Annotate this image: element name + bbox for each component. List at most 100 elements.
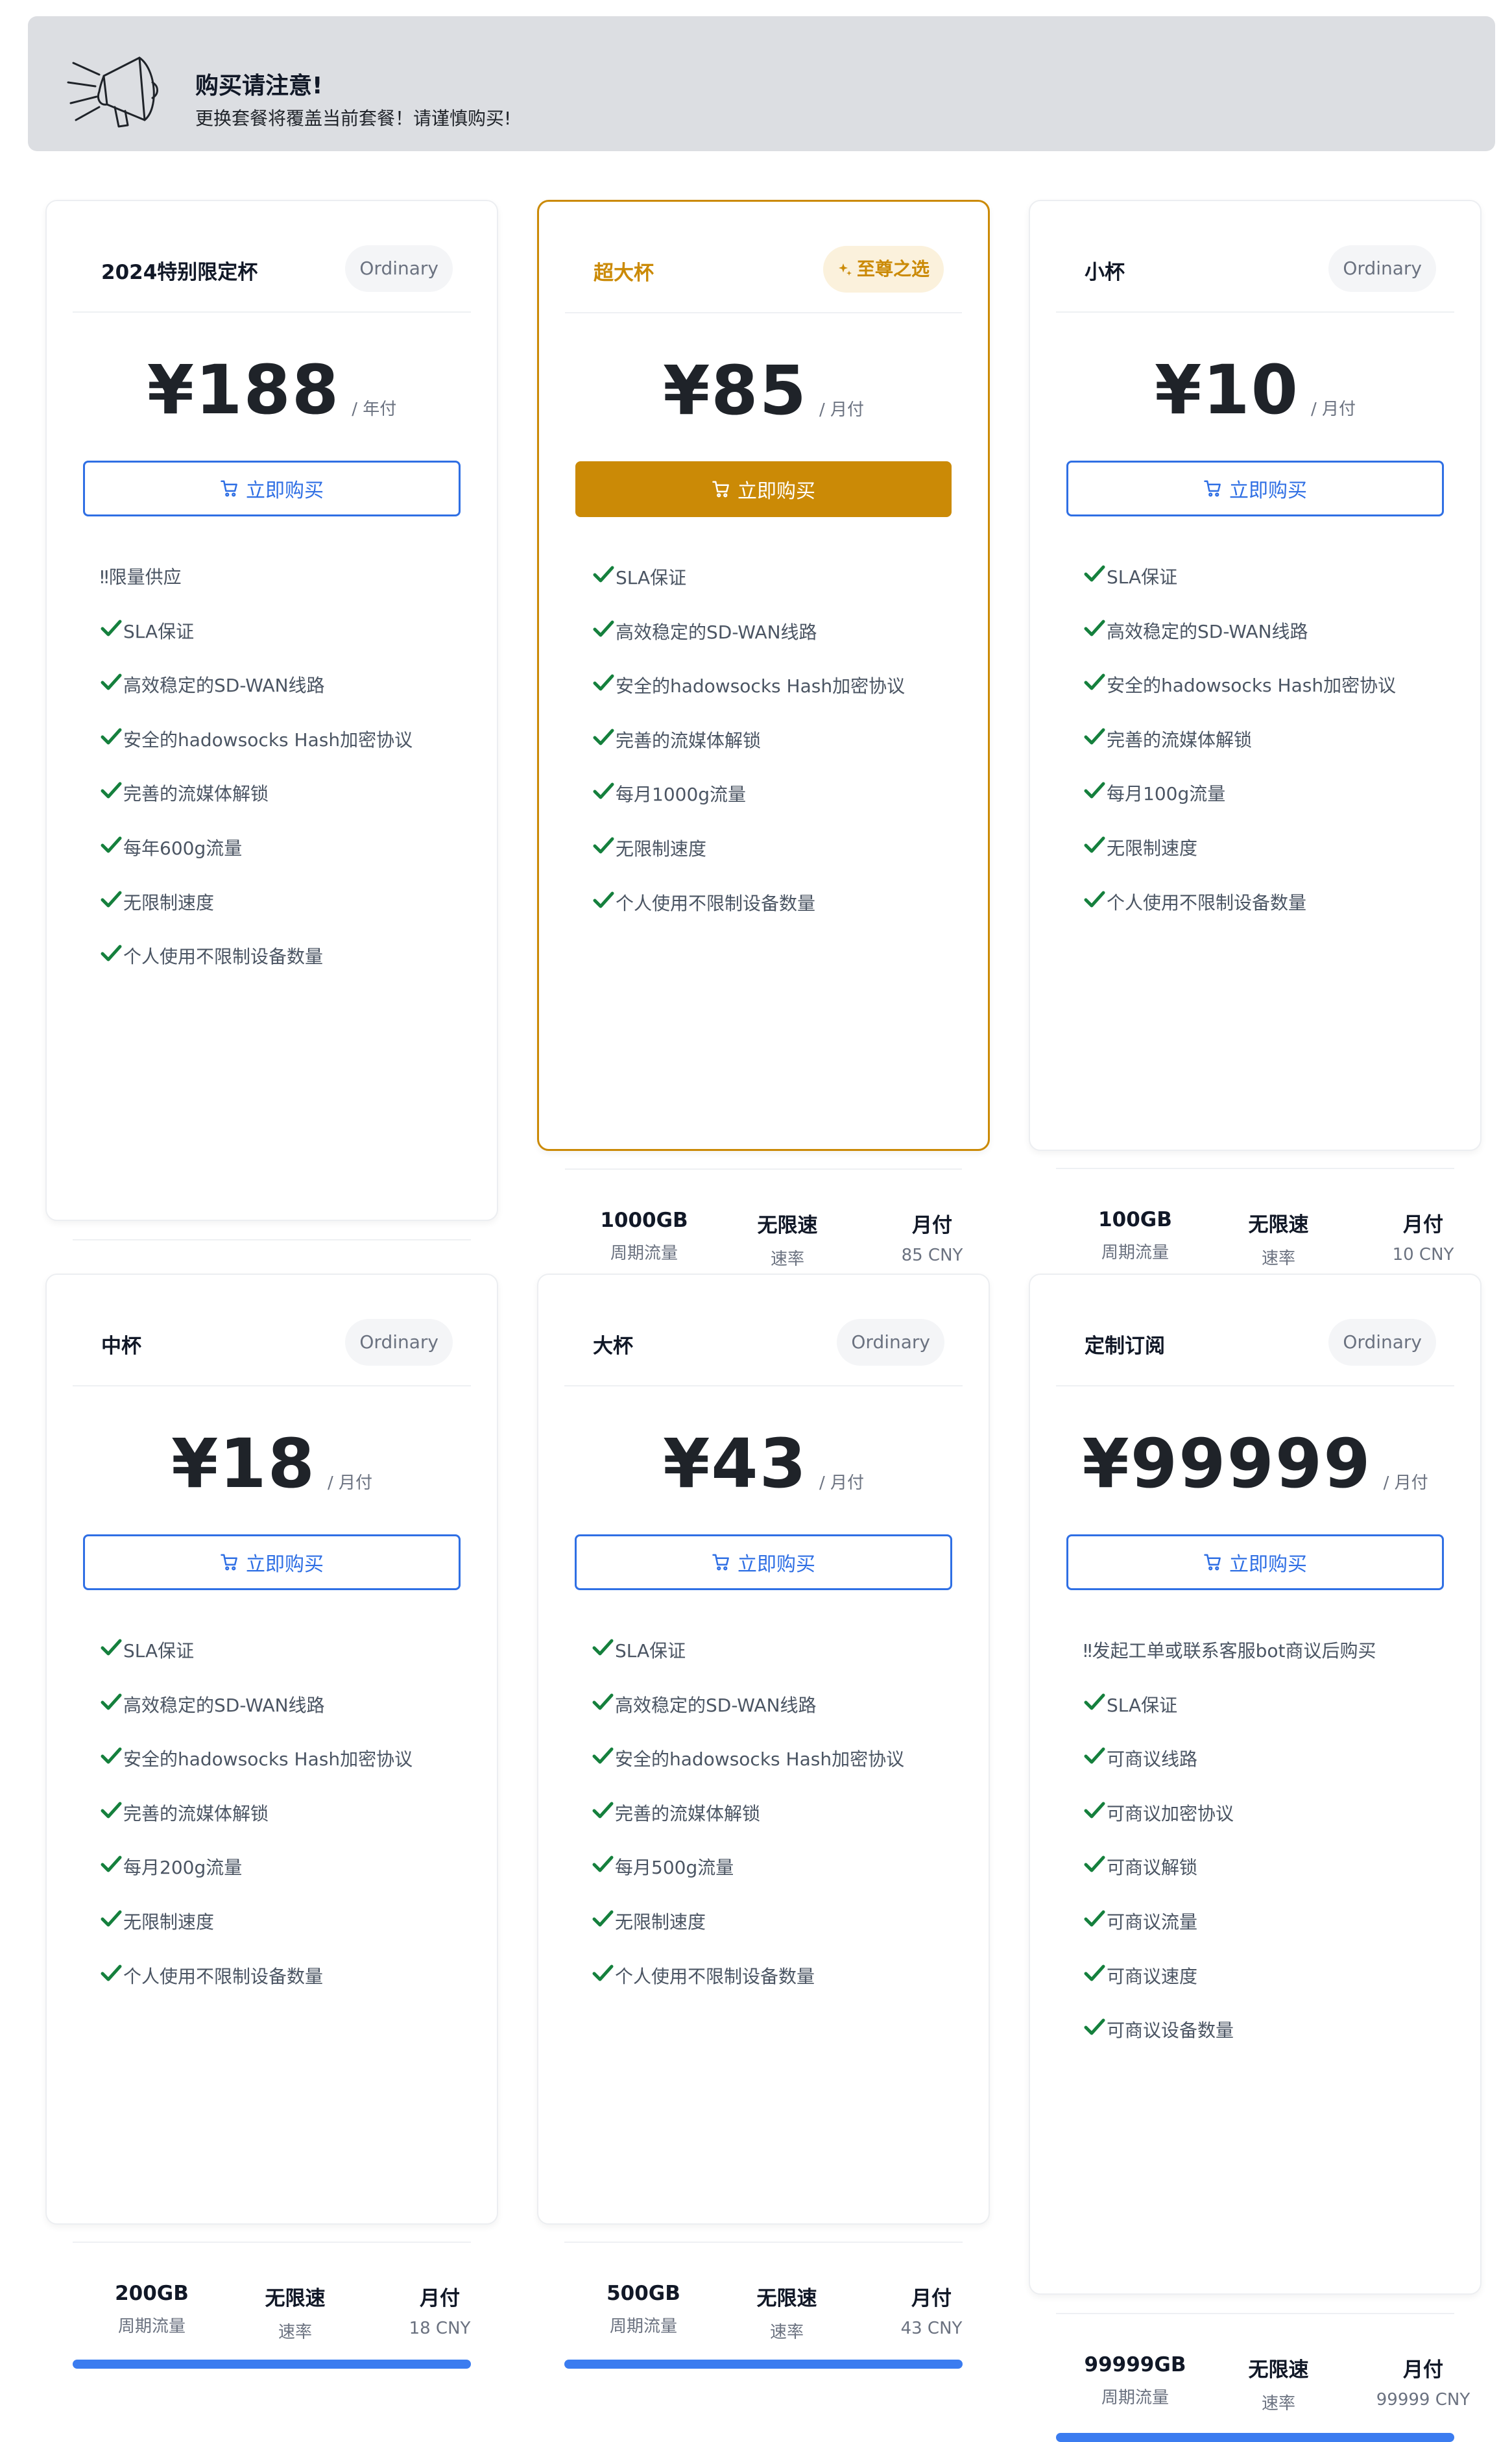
check-icon xyxy=(1083,780,1105,801)
stat-value: 月付 xyxy=(912,1214,952,1237)
check-icon xyxy=(592,564,614,585)
feature-text: 可商议速度 xyxy=(1107,1965,1198,1987)
plan-price: ¥43 xyxy=(662,1424,808,1503)
feature-text: 每年600g流量 xyxy=(123,837,243,859)
stat-label: 10 CNY xyxy=(1392,1245,1454,1264)
feature-text: 安全的hadowsocks Hash加密协议 xyxy=(123,729,413,751)
feature-item: 高效稳定的SD-WAN线路 xyxy=(100,1691,471,1746)
feature-text: 高效稳定的SD-WAN线路 xyxy=(615,1694,817,1716)
feature-item: 无限制速度 xyxy=(592,835,962,889)
plan-tag: Ordinary xyxy=(1328,1319,1436,1366)
check-icon xyxy=(592,889,614,910)
feature-item: 可商议流量 xyxy=(1083,1908,1454,1963)
stat-item: 无限速 速率 xyxy=(723,1209,852,1270)
megaphone-icon xyxy=(67,56,158,128)
feature-item: ‼限量供应 xyxy=(100,563,471,618)
stat-value: 无限速 xyxy=(1248,1213,1309,1237)
notice-title: 购买请注意! xyxy=(195,73,323,99)
plan-progress-bar xyxy=(564,2360,963,2369)
plan-name: 小杯 xyxy=(1085,261,1125,284)
feature-text: 每月100g流量 xyxy=(1107,783,1226,805)
stat-item: 无限速 速率 xyxy=(722,2282,852,2343)
feature-text: 无限制速度 xyxy=(615,1911,706,1933)
feature-item: 安全的hadowsocks Hash加密协议 xyxy=(100,726,471,780)
check-icon xyxy=(592,618,614,639)
check-icon xyxy=(1083,726,1105,747)
stat-label: 周期流量 xyxy=(1101,1243,1169,1263)
feature-item: 无限制速度 xyxy=(100,1908,471,1963)
buy-now-button[interactable]: 立即购买 xyxy=(83,1534,461,1590)
feature-item: 安全的hadowsocks Hash加密协议 xyxy=(1083,671,1454,726)
feature-item: 无限制速度 xyxy=(592,1908,963,1963)
buy-now-button[interactable]: 立即购买 xyxy=(575,1534,952,1590)
feature-text: 高效稳定的SD-WAN线路 xyxy=(123,675,325,697)
feature-text: 无限制速度 xyxy=(123,891,215,913)
stat-label: 速率 xyxy=(770,1250,804,1269)
stat-label: 周期流量 xyxy=(117,2317,186,2336)
cart-icon xyxy=(1203,1553,1223,1572)
feature-text: 完善的流媒体解锁 xyxy=(1107,729,1253,751)
cart-icon xyxy=(1203,479,1223,498)
stat-value: 200GB xyxy=(115,2282,189,2305)
check-icon xyxy=(100,1854,122,1874)
stat-label: 周期流量 xyxy=(609,2317,677,2336)
stat-item: 100GB 周期流量 xyxy=(1070,1208,1200,1263)
check-icon xyxy=(1083,1745,1105,1766)
feature-list: SLA保证 高效稳定的SD-WAN线路 安全的hadowsocks Hash加密协议… xyxy=(100,1637,471,2016)
check-icon xyxy=(1083,1800,1105,1820)
cart-icon xyxy=(220,1553,239,1572)
feature-text: 高效稳定的SD-WAN线路 xyxy=(616,621,817,643)
stat-item: 月付 99999 CNY xyxy=(1358,2353,1488,2410)
feature-item: 高效稳定的SD-WAN线路 xyxy=(592,1691,963,1746)
buy-now-button[interactable]: 立即购买 xyxy=(83,461,461,516)
plan-tag: Ordinary xyxy=(345,1319,453,1366)
feature-text: 完善的流媒体解锁 xyxy=(616,729,762,751)
feature-item: 无限制速度 xyxy=(100,889,471,943)
feature-text: SLA保证 xyxy=(1107,566,1178,588)
plan-stats: 1000GB 周期流量 无限速 速率 月付 85 CNY xyxy=(565,1168,963,1270)
price-row: ¥10 / 月付 xyxy=(1030,350,1480,429)
check-icon xyxy=(1083,1963,1105,1983)
stat-item: 月付 85 CNY xyxy=(867,1209,997,1265)
plan-price: ¥18 xyxy=(171,1424,317,1503)
buy-now-button[interactable]: 立即购买 xyxy=(1066,1534,1444,1590)
check-icon xyxy=(1083,1691,1105,1712)
stat-value: 月付 xyxy=(1403,1213,1443,1237)
check-icon xyxy=(1083,563,1105,584)
feature-text: 安全的hadowsocks Hash加密协议 xyxy=(1107,675,1397,697)
plan-card: 大杯 Ordinary ¥43 / 月付 立即购买 SLA保证 高效稳定的SD-WA… xyxy=(537,1274,990,2369)
feature-text: 高效稳定的SD-WAN线路 xyxy=(123,1694,325,1716)
feature-item: ‼发起工单或联系客服bot商议后购买 xyxy=(1083,1637,1454,1691)
stat-value: 100GB xyxy=(1098,1208,1172,1231)
cart-icon xyxy=(712,479,731,499)
feature-item: SLA保证 xyxy=(100,618,471,672)
notice-text: 更换套餐将覆盖当前套餐！请谨慎购买! xyxy=(195,108,512,129)
feature-item: 完善的流媒体解锁 xyxy=(592,727,962,781)
check-icon xyxy=(100,726,122,747)
feature-list: SLA保证 高效稳定的SD-WAN线路 安全的hadowsocks Hash加密协议… xyxy=(592,1637,963,2016)
feature-text: 个人使用不限制设备数量 xyxy=(123,946,324,968)
buy-now-button[interactable]: 立即购买 xyxy=(1066,461,1444,516)
stat-value: 无限速 xyxy=(1248,2358,1309,2382)
stat-item: 无限速 速率 xyxy=(1214,2353,1343,2414)
check-icon xyxy=(1083,834,1105,855)
buy-now-label: 立即购买 xyxy=(1229,479,1307,502)
stat-label: 周期流量 xyxy=(1101,2388,1169,2408)
stat-label: 速率 xyxy=(1261,1249,1295,1268)
plan-card: 定制订阅 Ordinary ¥99999 / 月付 立即购买 ‼发起工单或联系客服… xyxy=(1029,1274,1482,2442)
feature-text: 可商议加密协议 xyxy=(1107,1802,1234,1824)
feature-item: SLA保证 xyxy=(100,1637,471,1691)
plan-name: 定制订阅 xyxy=(1085,1335,1165,1358)
feature-item: 每月100g流量 xyxy=(1083,780,1454,834)
plan-period: / 月付 xyxy=(819,1473,865,1493)
feature-text: 可商议设备数量 xyxy=(1107,2020,1234,2042)
check-icon xyxy=(592,1908,614,1929)
check-icon xyxy=(592,1854,614,1874)
feature-item: 每月500g流量 xyxy=(592,1854,963,1908)
plan-card: 2024特别限定杯 Ordinary ¥188 / 年付 立即购买 ‼限量供应 SL… xyxy=(45,200,498,1368)
plan-stats: 100GB 周期流量 无限速 速率 月付 10 CNY xyxy=(1056,1168,1454,1268)
feature-item: 安全的hadowsocks Hash加密协议 xyxy=(592,1745,963,1800)
check-icon xyxy=(100,1691,122,1712)
buy-now-button[interactable]: 立即购买 xyxy=(575,461,952,517)
feature-text: 个人使用不限制设备数量 xyxy=(615,1965,815,1987)
